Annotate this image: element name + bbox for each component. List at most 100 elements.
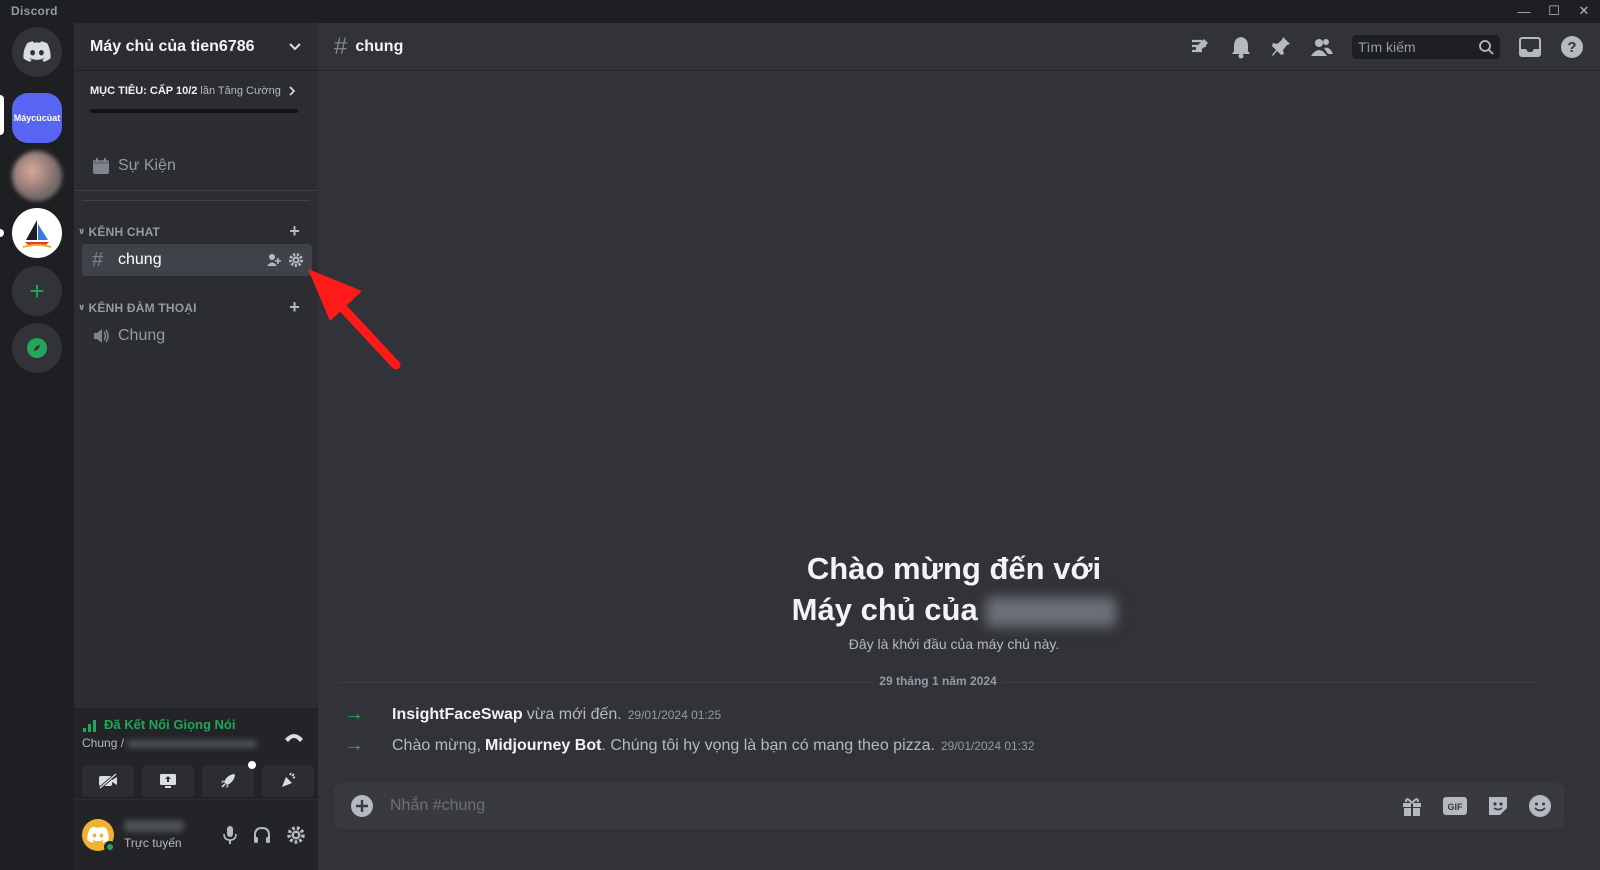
gif-icon[interactable]: GIF xyxy=(1442,794,1468,818)
message-timestamp: 29/01/2024 01:25 xyxy=(627,707,722,722)
bell-icon[interactable] xyxy=(1230,35,1252,59)
emoji-icon[interactable] xyxy=(1528,794,1552,818)
avatar[interactable] xyxy=(82,819,116,853)
hash-icon: # xyxy=(92,248,104,271)
search-input[interactable]: Tìm kiếm xyxy=(1352,35,1500,59)
explore-servers-button[interactable] xyxy=(12,323,62,373)
date-divider-label: 29 tháng 1 năm 2024 xyxy=(873,674,1003,688)
sailboat-icon xyxy=(22,220,52,248)
pin-icon[interactable] xyxy=(1270,35,1292,59)
boost-progress-bar xyxy=(90,109,298,113)
screen-share-button[interactable] xyxy=(142,765,194,797)
signal-icon xyxy=(83,719,96,732)
message-username[interactable]: Midjourney Bot xyxy=(485,737,601,755)
channel-chung-text[interactable]: # chung xyxy=(82,244,312,276)
headphones-icon[interactable] xyxy=(252,825,272,845)
voice-status-label[interactable]: Đã Kết Nối Giọng Nói xyxy=(104,717,235,732)
svg-text:GIF: GIF xyxy=(1448,802,1464,812)
chevron-down-icon: ∨ xyxy=(78,302,86,312)
chat-area: # chung Tìm kiếm ? Chào mừng đến với Máy… xyxy=(318,23,1600,870)
events-label: Sự Kiện xyxy=(118,157,176,174)
server-header[interactable]: Máy chủ của tien6786 xyxy=(74,23,318,71)
create-channel-icon[interactable]: + xyxy=(289,221,300,242)
user-status-label: Trực tuyến xyxy=(124,836,182,850)
chevron-down-icon xyxy=(289,42,301,50)
help-icon[interactable]: ? xyxy=(1560,35,1584,59)
add-server-button[interactable]: + xyxy=(12,266,62,316)
server-icon-sailboat[interactable] xyxy=(12,208,62,258)
welcome-section: Chào mừng đến với Máy chủ của Đây là khở… xyxy=(336,548,1572,652)
message-input[interactable]: Nhắn #chung xyxy=(390,797,485,815)
close-icon[interactable]: ✕ xyxy=(1576,2,1592,20)
join-arrow-icon: → xyxy=(344,734,364,756)
channel-sidebar: Máy chủ của tien6786 MỤC TIÊU: CẤP 1 0/2… xyxy=(74,23,318,870)
category-text-channels[interactable]: ∨ KÊNH CHAT + xyxy=(78,221,310,242)
system-message: → InsightFaceSwap vừa mới đến. 29/01/202… xyxy=(344,703,721,726)
selected-server-indicator xyxy=(0,95,4,135)
chevron-right-icon xyxy=(289,86,295,96)
calendar-icon xyxy=(93,158,109,174)
add-attachment-icon[interactable] xyxy=(350,794,374,818)
server-icon-current[interactable]: Máycủcủat xyxy=(12,93,62,143)
hash-icon: # xyxy=(334,32,348,60)
sticker-icon[interactable] xyxy=(1486,794,1510,818)
message-prefix: Chào mừng, xyxy=(392,736,481,754)
user-settings-gear-icon[interactable] xyxy=(286,825,306,845)
inbox-icon[interactable] xyxy=(1518,36,1542,58)
category-voice-channels[interactable]: ∨ KÊNH ĐÀM THOẠI + xyxy=(78,297,310,318)
soundboard-button[interactable] xyxy=(262,765,314,797)
channel-label: Chung xyxy=(118,327,166,344)
microphone-icon[interactable] xyxy=(222,825,238,845)
welcome-title: Chào mừng đến với Máy chủ của xyxy=(336,548,1572,630)
chevron-down-icon: ∨ xyxy=(78,226,86,236)
voice-channel-label: Chung / xyxy=(82,736,125,750)
server-icon-label: Máycủcủat xyxy=(13,113,61,123)
category-label: KÊNH CHAT xyxy=(88,224,161,239)
category-label: KÊNH ĐÀM THOẠI xyxy=(88,300,197,315)
create-channel-icon[interactable]: + xyxy=(289,297,300,318)
date-divider: 29 tháng 1 năm 2024 xyxy=(318,674,1558,688)
window-titlebar: Discord — ☐ ✕ xyxy=(0,0,1600,23)
search-placeholder: Tìm kiếm xyxy=(1358,39,1416,55)
boost-suffix: lần Tăng Cường xyxy=(200,85,281,97)
voice-connection-panel: Đã Kết Nối Giọng Nói Chung / xyxy=(74,708,318,799)
invite-members-icon[interactable] xyxy=(266,252,282,268)
camera-off-button[interactable] xyxy=(82,765,134,797)
blurred-server-name xyxy=(986,596,1117,627)
threads-icon[interactable] xyxy=(1188,35,1212,59)
discord-home-button[interactable] xyxy=(12,27,62,77)
annotation-arrow xyxy=(308,269,401,370)
discord-logo-icon xyxy=(23,41,51,62)
soundboard-icon xyxy=(282,772,296,787)
boost-goal-label: MỤC TIÊU: CẤP 1 xyxy=(90,85,183,97)
server-icon-blurred[interactable] xyxy=(12,151,62,201)
divider xyxy=(82,200,310,201)
member-list-icon[interactable] xyxy=(1310,36,1334,58)
message-composer[interactable]: Nhắn #chung GIF xyxy=(334,783,1564,829)
channel-label: chung xyxy=(118,251,162,268)
speaker-icon xyxy=(94,329,109,343)
gift-icon[interactable] xyxy=(1400,794,1424,818)
events-item[interactable]: Sự Kiện xyxy=(82,145,310,187)
welcome-line-1: Chào mừng đến với xyxy=(806,551,1102,586)
camera-off-icon xyxy=(99,773,117,789)
message-text: vừa mới đến. xyxy=(526,705,622,723)
boost-progress-text: 0/2 xyxy=(182,85,198,97)
unread-indicator xyxy=(0,229,4,237)
channel-title: chung xyxy=(355,37,404,55)
blurred-username xyxy=(124,820,184,832)
search-icon xyxy=(1479,40,1494,55)
app-name: Discord xyxy=(11,4,58,18)
rocket-icon xyxy=(221,774,235,788)
minimize-icon[interactable]: — xyxy=(1516,2,1532,20)
maximize-icon[interactable]: ☐ xyxy=(1546,2,1562,20)
user-panel: Trực tuyến xyxy=(74,800,318,870)
screen-share-icon xyxy=(160,774,176,788)
blurred-server-name xyxy=(127,739,258,748)
message-username[interactable]: InsightFaceSwap xyxy=(392,706,523,724)
disconnect-icon[interactable] xyxy=(284,731,304,743)
channel-chung-voice[interactable]: Chung xyxy=(82,320,312,352)
welcome-line-2: Máy chủ của xyxy=(791,592,978,627)
svg-text:?: ? xyxy=(1567,39,1576,56)
activities-button[interactable] xyxy=(202,761,256,797)
